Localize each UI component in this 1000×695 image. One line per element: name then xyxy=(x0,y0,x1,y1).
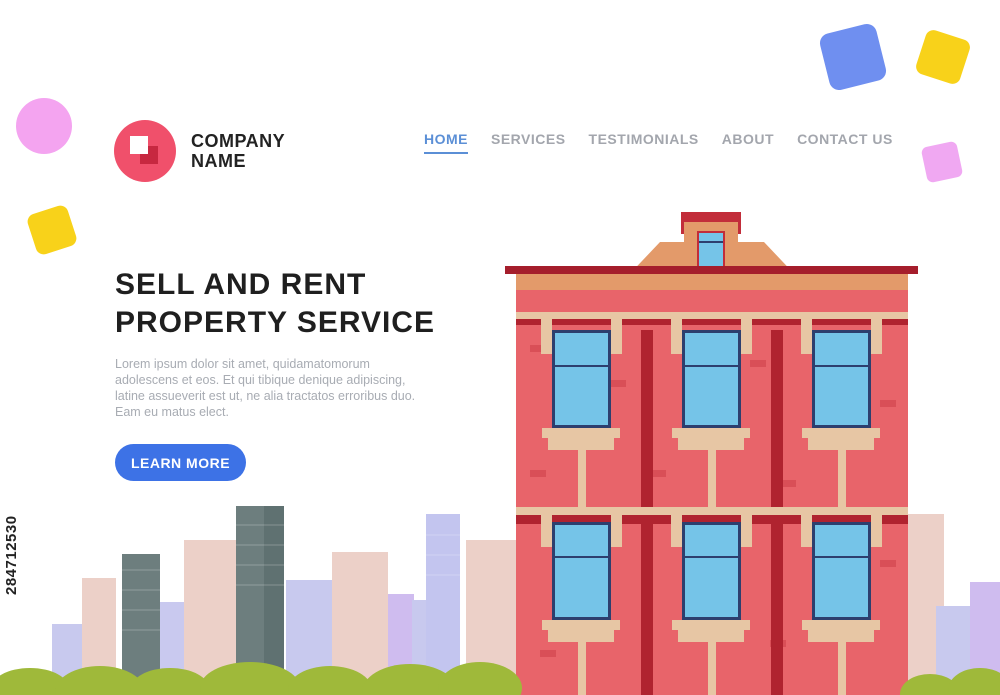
hero-title: SELL AND RENT PROPERTY SERVICE xyxy=(115,266,495,342)
main-nav: HOME SERVICES TESTIMONIALS ABOUT CONTACT… xyxy=(424,131,916,154)
hero-description: Lorem ipsum dolor sit amet, quidamatomor… xyxy=(115,357,416,419)
brand-name: COMPANY NAME xyxy=(191,131,285,171)
nav-services[interactable]: SERVICES xyxy=(491,131,566,154)
nav-contact-us[interactable]: CONTACT US xyxy=(797,131,893,154)
hero-title-line1: SELL AND RENT xyxy=(115,268,367,301)
learn-more-button[interactable]: LEARN MORE xyxy=(115,444,246,481)
overlapping-squares-logo-icon xyxy=(114,120,176,182)
brand-name-line2: NAME xyxy=(191,151,246,171)
brand-logo[interactable]: COMPANY NAME xyxy=(114,120,285,182)
nav-about[interactable]: ABOUT xyxy=(722,131,774,154)
watermark-id: 284712530 xyxy=(3,515,20,595)
nav-testimonials[interactable]: TESTIMONIALS xyxy=(589,131,699,154)
city-building-illustration xyxy=(0,212,1000,695)
hero-title-line2: PROPERTY SERVICE xyxy=(115,306,435,339)
brand-name-line1: COMPANY xyxy=(191,131,286,151)
brick-building xyxy=(505,212,918,695)
nav-home[interactable]: HOME xyxy=(424,131,468,154)
